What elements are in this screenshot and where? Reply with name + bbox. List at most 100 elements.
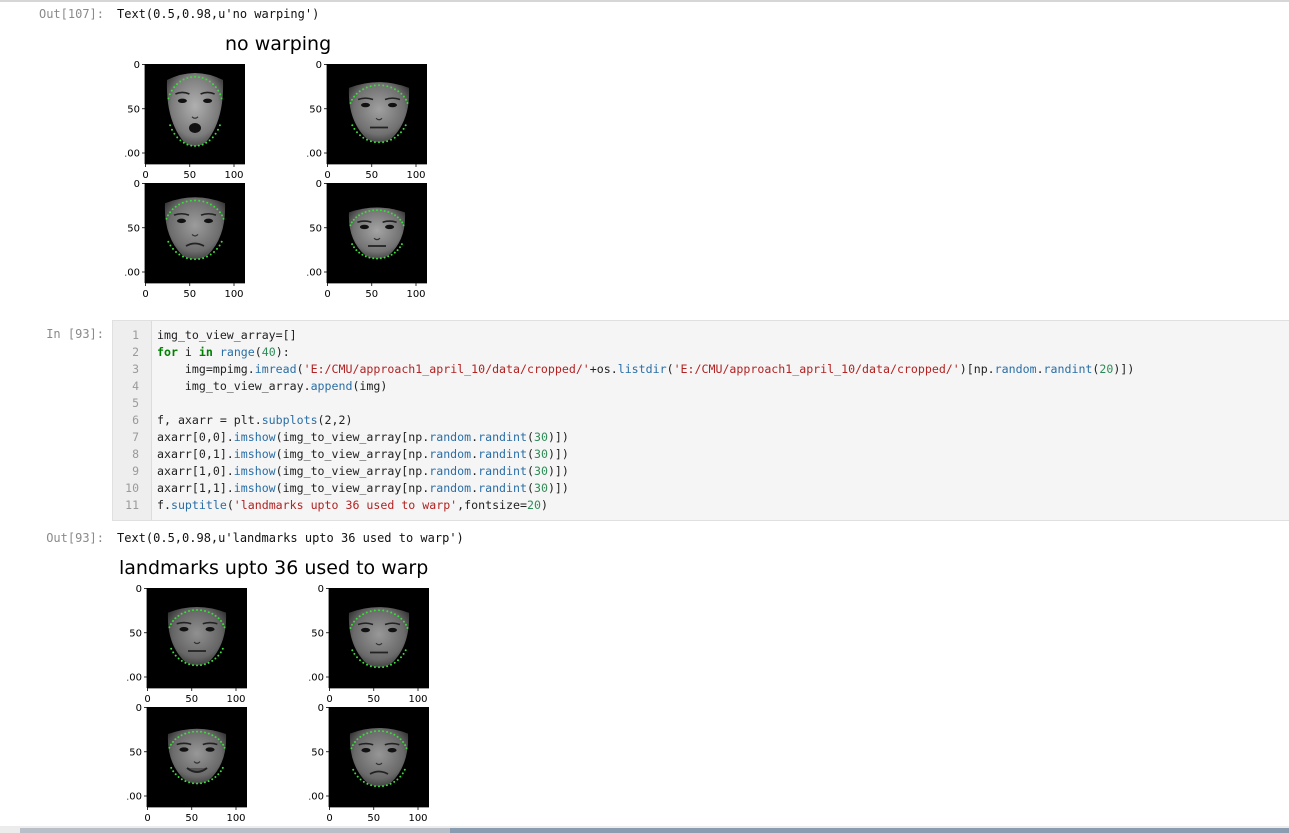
landmark-point — [399, 218, 402, 221]
landmark-point — [350, 221, 353, 224]
code-line[interactable]: f.suptitle('landmarks upto 36 used to wa… — [157, 497, 548, 514]
y-tick-label: 0 — [318, 703, 324, 714]
landmark-point — [376, 257, 378, 260]
line-number: 8 — [132, 447, 139, 461]
landmark-point — [370, 784, 373, 787]
landmark-point — [200, 782, 202, 785]
landmark-point — [172, 651, 175, 654]
subplot-1-1: 0 0 50 50 100 100 — [307, 177, 442, 302]
landmark-point — [373, 609, 376, 612]
eye — [177, 218, 186, 224]
landmark-point — [383, 210, 386, 212]
landmark-point — [396, 216, 399, 219]
line-number: 2 — [132, 345, 139, 359]
code-line[interactable]: img_to_view_array.append(img) — [157, 378, 387, 395]
landmark-point — [401, 772, 404, 775]
landmark-point — [378, 730, 380, 732]
landmark-point — [390, 663, 392, 666]
x-tick-label: 50 — [367, 813, 380, 824]
landmark-point — [192, 730, 194, 733]
landmark-point — [352, 218, 355, 221]
horizontal-scrollbar[interactable] — [0, 826, 1289, 833]
eye — [361, 748, 371, 753]
landmark-point — [203, 781, 206, 784]
code-line[interactable]: axarr[1,0].imshow(img_to_view_array[np.r… — [157, 463, 569, 480]
code-line[interactable]: f, axarr = plt.subplots(2,2) — [157, 412, 352, 429]
landmark-point — [221, 647, 224, 650]
landmark-point — [179, 80, 182, 83]
landmark-point — [167, 240, 170, 243]
eye — [361, 102, 370, 108]
landmark-point — [362, 88, 365, 91]
landmark-point — [393, 780, 396, 783]
landmark-point — [362, 613, 365, 616]
y-tick-label: 100 — [125, 149, 140, 160]
landmark-point — [185, 257, 188, 260]
landmark-point — [365, 611, 368, 614]
code-line[interactable]: img=mpimg.imread('E:/CMU/approach1_april… — [157, 361, 1134, 378]
landmark-point — [184, 611, 187, 614]
subplot-1-0: 0 0 50 50 100 100 — [125, 177, 260, 302]
output-text[interactable]: Text(0.5,0.98,u'no warping') — [117, 7, 319, 22]
y-tick-label: 50 — [311, 628, 324, 639]
landmark-point — [168, 626, 171, 629]
landmark-point — [207, 732, 210, 735]
landmark-point — [190, 144, 193, 147]
code-line[interactable]: axarr[1,1].imshow(img_to_view_array[np.r… — [157, 480, 569, 497]
landmark-point — [356, 131, 358, 134]
subplot-image: 005050100100 — [125, 60, 245, 181]
landmark-point — [349, 102, 352, 104]
code-cell[interactable]: 1 2 3 4 5 6 7 8 9 10 11 img_to_view_arra… — [112, 320, 1289, 521]
landmark-point — [172, 770, 175, 773]
code-line[interactable]: axarr[0,0].imshow(img_to_view_array[np.r… — [157, 429, 569, 446]
landmark-point — [213, 251, 215, 253]
landmark-point — [378, 666, 380, 669]
landmark-point — [400, 243, 403, 246]
landmark-point — [182, 255, 184, 258]
landmark-point — [351, 649, 354, 652]
landmark-point — [402, 741, 404, 743]
landmark-point — [356, 738, 359, 741]
landmark-point — [401, 221, 404, 224]
landmark-point — [186, 143, 189, 146]
landmark-point — [176, 83, 178, 86]
x-tick-label: 50 — [365, 289, 378, 300]
landmark-point — [194, 258, 196, 261]
landmark-point — [358, 251, 361, 254]
landmark-point — [399, 738, 402, 741]
x-tick-label: 0 — [144, 813, 150, 824]
code-line[interactable]: for i in range(40): — [157, 344, 290, 361]
landmark-point — [361, 253, 364, 256]
landmark-point — [370, 731, 372, 733]
landmark-point — [372, 209, 375, 212]
landmark-point — [168, 746, 171, 749]
landmark-point — [368, 256, 371, 259]
landmark-point — [219, 651, 222, 654]
landmark-point — [185, 200, 188, 203]
landmark-point — [365, 86, 368, 89]
landmark-point — [180, 612, 183, 615]
output-text[interactable]: Text(0.5,0.98,u'landmarks upto 36 used t… — [117, 531, 464, 546]
landmark-point — [353, 127, 356, 130]
landmark-point — [216, 208, 219, 211]
landmark-point — [361, 212, 364, 215]
landmark-point — [402, 620, 405, 623]
landmark-point — [353, 652, 356, 655]
landmark-point — [204, 731, 206, 734]
code-line[interactable]: axarr[0,1].imshow(img_to_view_array[np.r… — [157, 446, 569, 463]
eye — [177, 98, 187, 103]
landmark-point — [184, 661, 187, 664]
landmark-point — [406, 102, 409, 104]
landmark-point — [184, 732, 187, 735]
landmark-point — [383, 256, 386, 259]
line-number-gutter: 1 2 3 4 5 6 7 8 9 10 11 — [113, 321, 152, 520]
eye — [203, 98, 213, 103]
landmark-point — [356, 775, 359, 778]
landmark-point — [396, 735, 399, 738]
code-line[interactable]: img_to_view_array=[] — [157, 327, 297, 344]
landmark-point — [168, 93, 171, 96]
landmark-point — [188, 610, 190, 612]
landmark-point — [372, 257, 375, 260]
landmark-point — [201, 77, 204, 79]
landmark-point — [169, 211, 172, 214]
